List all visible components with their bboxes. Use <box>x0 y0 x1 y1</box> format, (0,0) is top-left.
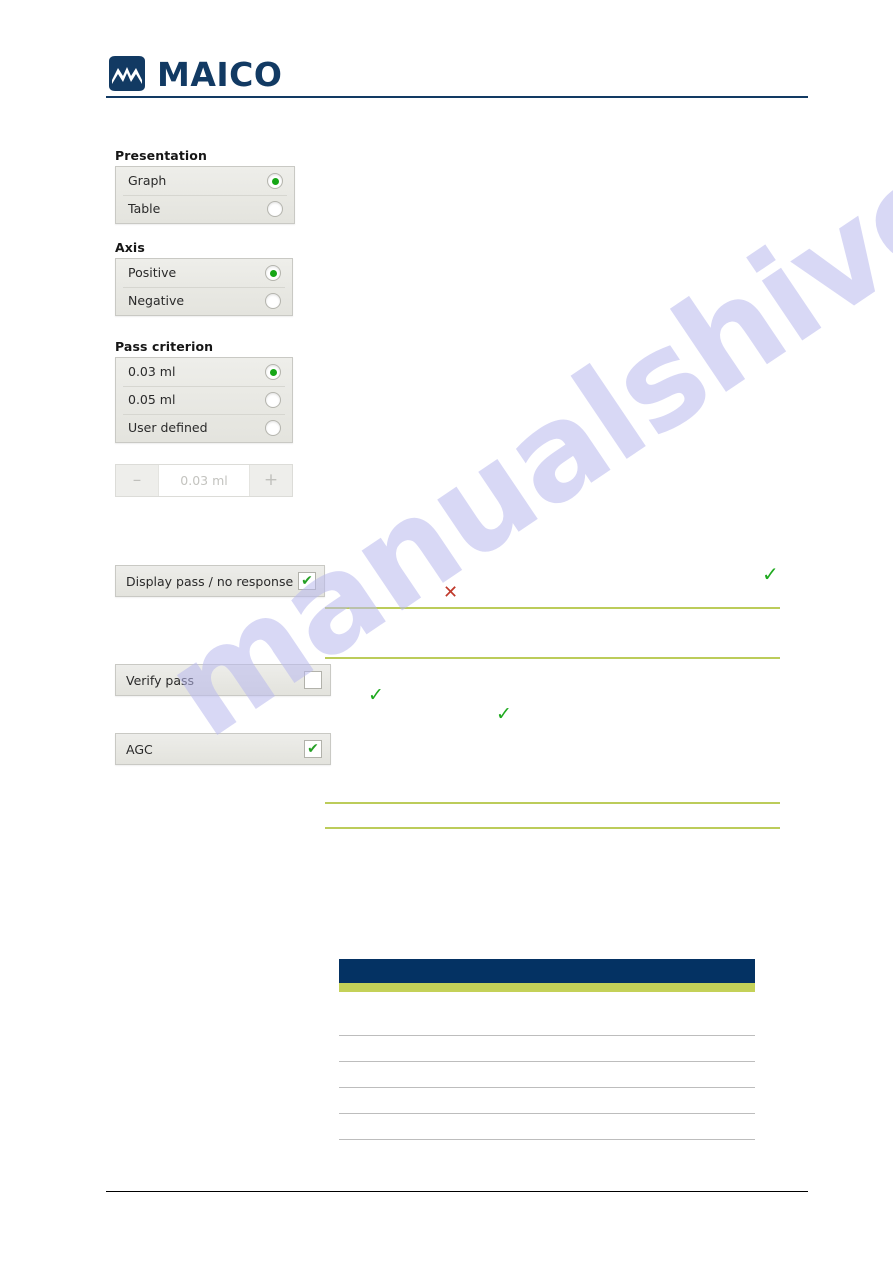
option-005ml[interactable]: 0.05 ml <box>116 386 292 414</box>
option-positive[interactable]: Positive <box>116 259 292 287</box>
check-tick-icon: ✔ <box>307 741 319 757</box>
check-mark-icon: ✓ <box>496 703 512 725</box>
radio-negative-icon[interactable] <box>265 293 281 309</box>
brand-name: MAICO <box>157 54 283 94</box>
pass-criterion-options: 0.03 ml 0.05 ml User defined <box>115 357 293 443</box>
presentation-options: Graph Table <box>115 166 295 224</box>
page-header: MAICO <box>106 55 808 103</box>
footer-divider <box>106 1191 808 1192</box>
option-003ml-label: 0.03 ml <box>128 363 176 379</box>
option-003ml[interactable]: 0.03 ml <box>116 358 292 386</box>
checkbox-verify-pass-box[interactable] <box>304 671 322 689</box>
presentation-panel-title: Presentation <box>115 148 207 163</box>
axis-panel: Axis Positive Negative <box>115 240 293 316</box>
radio-positive-icon[interactable] <box>265 265 281 281</box>
checkbox-row-display-pass[interactable]: Display pass / no response ✔ <box>115 565 325 597</box>
checkbox-verify-pass-label: Verify pass <box>126 672 195 688</box>
table-row[interactable] <box>339 1036 755 1062</box>
checkbox-display-pass-box[interactable]: ✔ <box>298 572 316 590</box>
content-divider-olive <box>325 657 780 659</box>
option-positive-label: Positive <box>128 264 177 280</box>
pass-criterion-stepper[interactable]: – 0.03 ml + <box>115 464 293 497</box>
option-005ml-label: 0.05 ml <box>128 391 176 407</box>
option-negative[interactable]: Negative <box>116 287 292 315</box>
checkbox-display-pass-label: Display pass / no response <box>126 573 294 589</box>
checkbox-row-agc[interactable]: AGC ✔ <box>115 733 331 765</box>
option-table[interactable]: Table <box>116 195 294 223</box>
radio-graph-icon[interactable] <box>267 173 283 189</box>
option-graph[interactable]: Graph <box>116 167 294 195</box>
axis-options: Positive Negative <box>115 258 293 316</box>
radio-003ml-icon[interactable] <box>265 364 281 380</box>
table-accent-bar <box>339 983 755 992</box>
table-header <box>339 959 755 983</box>
check-mark-icon: ✓ <box>762 562 779 586</box>
option-negative-label: Negative <box>128 292 185 308</box>
stepper-value[interactable]: 0.03 ml <box>159 465 249 496</box>
option-user-defined[interactable]: User defined <box>116 414 292 442</box>
radio-user-defined-icon[interactable] <box>265 420 281 436</box>
brand-logo: MAICO <box>106 55 282 93</box>
content-divider-olive <box>325 827 780 829</box>
option-user-defined-label: User defined <box>128 419 208 435</box>
stepper-increment-button[interactable]: + <box>249 465 292 496</box>
table-row[interactable] <box>339 1114 755 1140</box>
radio-005ml-icon[interactable] <box>265 392 281 408</box>
axis-panel-title: Axis <box>115 240 145 255</box>
presentation-panel: Presentation Graph Table <box>115 148 295 224</box>
option-graph-label: Graph <box>128 172 167 188</box>
option-table-label: Table <box>128 200 161 216</box>
content-divider-olive <box>325 607 780 609</box>
check-tick-icon: ✔ <box>301 573 313 589</box>
checkbox-row-verify-pass[interactable]: Verify pass <box>115 664 331 696</box>
check-mark-icon: ✓ <box>368 684 384 706</box>
header-divider <box>106 96 808 98</box>
table-row[interactable] <box>339 1088 755 1114</box>
stepper-decrement-button[interactable]: – <box>116 465 159 496</box>
table-row[interactable] <box>339 1062 755 1088</box>
pass-criterion-panel-title: Pass criterion <box>115 339 214 354</box>
content-divider-olive <box>325 802 780 804</box>
checkbox-agc-label: AGC <box>126 741 153 757</box>
cross-mark-icon: ✕ <box>443 582 459 603</box>
checkbox-agc-box[interactable]: ✔ <box>304 740 322 758</box>
maico-wave-mark-icon <box>109 56 145 91</box>
table-row[interactable] <box>339 1010 755 1036</box>
pass-criterion-panel: Pass criterion 0.03 ml 0.05 ml User defi… <box>115 339 293 443</box>
radio-table-icon[interactable] <box>267 201 283 217</box>
data-table <box>339 959 755 1140</box>
